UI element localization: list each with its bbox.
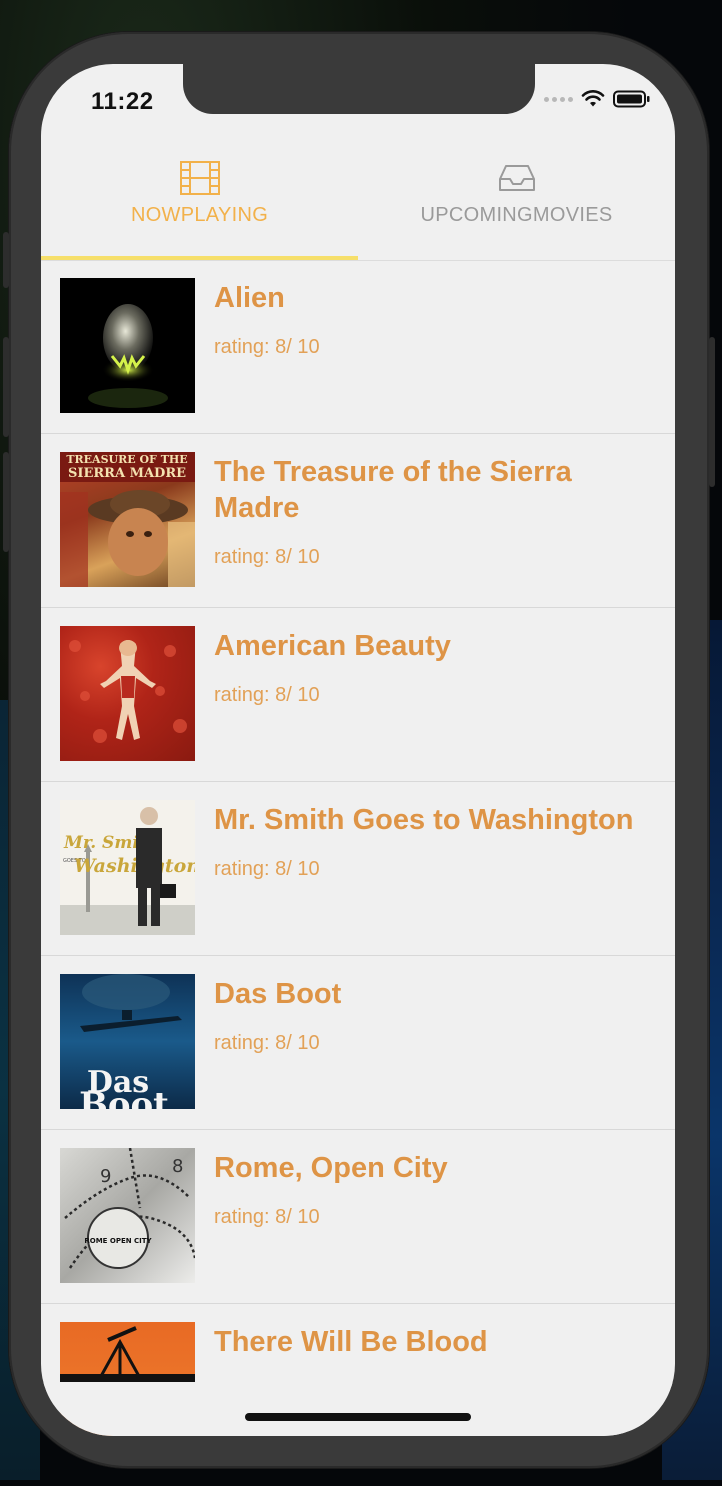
movie-row[interactable]: 9 8 ROME OPEN CITY Rome, Open City ratin… — [41, 1130, 675, 1304]
movie-title: Mr. Smith Goes to Washington — [214, 804, 634, 836]
screen: 11:22 NOWPLAYING UPCOMINGMOVIES Alien ra… — [41, 64, 675, 1436]
movie-title: Alien — [214, 282, 285, 314]
movie-title: Rome, Open City — [214, 1152, 448, 1184]
film-icon — [179, 160, 221, 196]
movie-list: Alien rating: 8/ 10 TREASURE OF THE SIER… — [41, 260, 675, 1436]
home-indicator[interactable] — [245, 1413, 471, 1421]
poster-text: Boot — [79, 1085, 169, 1109]
tab-label: NOWPLAYING — [130, 204, 269, 226]
movie-title: Das Boot — [214, 978, 342, 1010]
movie-row[interactable]: TREASURE OF THE SIERRA MADRE The Treasur… — [41, 434, 675, 608]
volume-up-button — [3, 337, 9, 437]
movie-rating: rating: 8/ 10 — [214, 546, 320, 568]
poster-text: 8 — [172, 1156, 183, 1177]
movie-rating: rating: 8/ 10 — [214, 336, 320, 358]
tab-label: UPCOMINGMOVIES — [420, 204, 613, 226]
tab-upcomingmovies[interactable]: UPCOMINGMOVIES — [358, 144, 675, 260]
movie-poster: Mr. Smith GOES TO Washington — [60, 800, 195, 935]
movie-poster — [60, 626, 195, 761]
mute-switch — [3, 232, 9, 288]
movie-rating: rating: 8/ 10 — [214, 1032, 320, 1054]
power-button — [709, 337, 715, 487]
poster-text: ROME OPEN CITY — [84, 1237, 152, 1245]
notch — [183, 64, 535, 114]
inbox-icon — [498, 160, 536, 196]
tab-nowplaying[interactable]: NOWPLAYING — [41, 144, 358, 260]
movie-row[interactable]: Das Boot Das Boot rating: 8/ 10 — [41, 956, 675, 1130]
movie-poster: 9 8 ROME OPEN CITY — [60, 1148, 195, 1283]
wifi-icon — [581, 90, 605, 107]
movie-title: The Treasure of the Sierra Madre — [214, 456, 572, 524]
status-indicators — [544, 90, 651, 108]
poster-text: TREASURE OF THE — [66, 453, 187, 466]
signal-icon — [544, 96, 573, 102]
battery-icon — [613, 90, 650, 108]
movie-row[interactable]: American Beauty rating: 8/ 10 — [41, 608, 675, 782]
movie-poster: Das Boot — [60, 974, 195, 1109]
poster-text: Washington — [74, 855, 195, 877]
poster-text: SIERRA MADRE — [68, 466, 186, 481]
movie-title: There Will Be Blood — [214, 1326, 488, 1358]
movie-row[interactable]: Mr. Smith GOES TO Washington Mr. Smith G… — [41, 782, 675, 956]
movie-rating: rating: 8/ 10 — [214, 684, 320, 706]
movie-row[interactable]: Alien rating: 8/ 10 — [41, 260, 675, 434]
movie-poster: TREASURE OF THE SIERRA MADRE — [60, 452, 195, 587]
movie-poster — [60, 278, 195, 413]
poster-text: 9 — [100, 1166, 111, 1187]
movie-rating: rating: 8/ 10 — [214, 1206, 320, 1228]
tab-bar: NOWPLAYING UPCOMINGMOVIES — [41, 144, 675, 261]
status-time: 11:22 — [91, 88, 154, 115]
movie-rating: rating: 8/ 10 — [214, 858, 320, 880]
bottom-safe-area — [41, 1382, 675, 1436]
volume-down-button — [3, 452, 9, 552]
movie-title: American Beauty — [214, 630, 451, 662]
